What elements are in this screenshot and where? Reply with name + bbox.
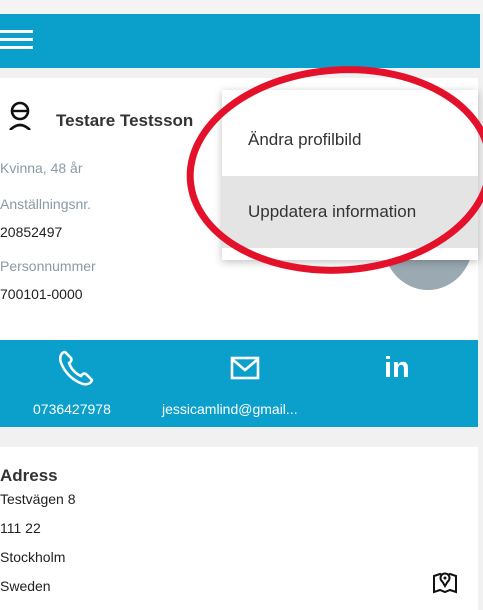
mail-icon[interactable] — [230, 355, 260, 381]
personal-no: 700101-0000 — [0, 286, 83, 302]
top-band — [0, 0, 483, 14]
menu-icon[interactable] — [0, 28, 36, 54]
phone-icon[interactable] — [56, 348, 96, 388]
map-pin-icon[interactable] — [432, 568, 458, 594]
profile-name: Testare Testsson — [56, 111, 194, 130]
address-title: Adress — [0, 466, 58, 485]
address-card — [0, 447, 478, 610]
address-city: Stockholm — [0, 549, 66, 565]
menu-item-change-profile-picture[interactable]: Ändra profilbild — [222, 104, 478, 176]
menu-item-label: Ändra profilbild — [248, 130, 362, 149]
menu-item-label: Uppdatera information — [248, 202, 417, 221]
email-address[interactable]: jessicamlind@gmail... — [162, 401, 298, 417]
section-gap — [0, 427, 478, 447]
linkedin-icon[interactable]: in — [384, 352, 410, 385]
address-country: Sweden — [0, 578, 51, 594]
employee-no-label: Anställningsnr. — [0, 196, 92, 212]
profile-options-menu: Ändra profilbild Uppdatera information — [222, 90, 478, 260]
personal-no-label: Personnummer — [0, 258, 96, 274]
menu-item-update-information[interactable]: Uppdatera information — [222, 176, 478, 248]
address-postal: 111 22 — [0, 520, 41, 536]
employee-no: 20852497 — [0, 224, 63, 240]
gender-age: Kvinna, 48 år — [0, 160, 83, 176]
address-street: Testvägen 8 — [0, 491, 76, 507]
app-bar — [0, 14, 480, 68]
person-icon — [9, 101, 31, 130]
phone-number[interactable]: 0736427978 — [33, 401, 111, 417]
